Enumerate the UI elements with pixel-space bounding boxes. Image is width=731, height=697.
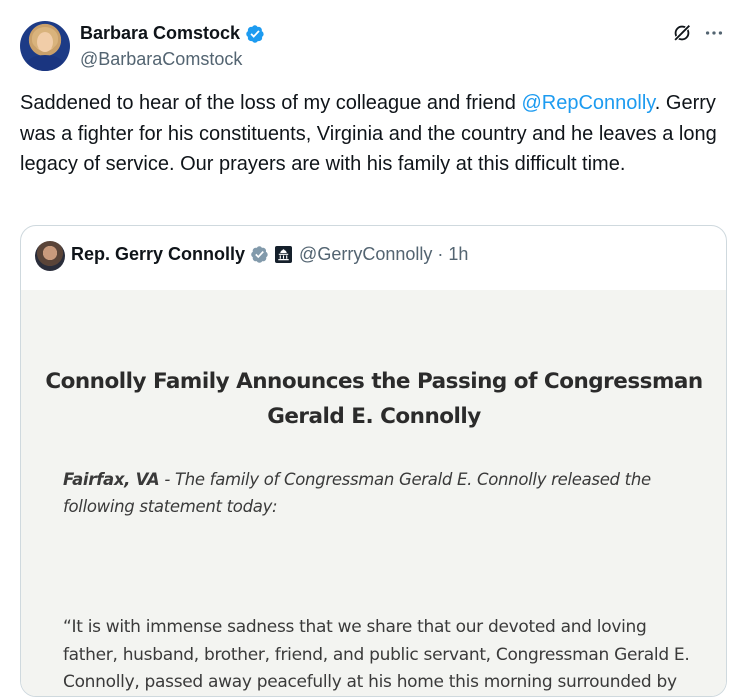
tweet: Barbara Comstock @BarbaraComstock Sadden…: [0, 0, 731, 697]
verified-badge-icon[interactable]: [245, 24, 265, 44]
verified-badge-icon[interactable]: [250, 245, 269, 264]
tweet-text: Saddened to hear of the loss of my colle…: [20, 88, 720, 180]
statement-lead: Fairfax, VA - The family of Congressman …: [63, 466, 683, 520]
statement-title: Connolly Family Announces the Passing of…: [45, 369, 703, 429]
author-display-name[interactable]: Barbara Comstock: [80, 23, 240, 44]
quoted-handle-and-time[interactable]: @GerryConnolly · 1h: [299, 244, 468, 265]
grok-icon[interactable]: [671, 22, 693, 44]
quoted-tweet[interactable]: Rep. Gerry Connolly @GerryConnolly · 1h …: [20, 225, 727, 697]
author-handle[interactable]: @BarbaraComstock: [80, 49, 242, 70]
capitol-affiliation-icon[interactable]: [275, 246, 293, 263]
author-name-row: Barbara Comstock: [80, 23, 265, 44]
statement-dateline: Fairfax, VA: [63, 470, 160, 489]
more-options-icon[interactable]: [703, 22, 725, 44]
avatar-face: [37, 32, 53, 52]
statement-body: “It is with immense sadness that we shar…: [63, 617, 690, 692]
author-avatar[interactable]: [20, 21, 70, 71]
mention-link[interactable]: @RepConnolly: [521, 92, 654, 114]
quoted-author-avatar[interactable]: [35, 241, 65, 271]
quoted-tweet-header: Rep. Gerry Connolly @GerryConnolly · 1h: [71, 244, 468, 265]
avatar-shirt: [26, 55, 64, 71]
statement-image[interactable]: Connolly Family Announces the Passing of…: [21, 290, 726, 696]
quoted-author-name[interactable]: Rep. Gerry Connolly: [71, 244, 245, 265]
tweet-text-before: Saddened to hear of the loss of my colle…: [20, 92, 522, 114]
